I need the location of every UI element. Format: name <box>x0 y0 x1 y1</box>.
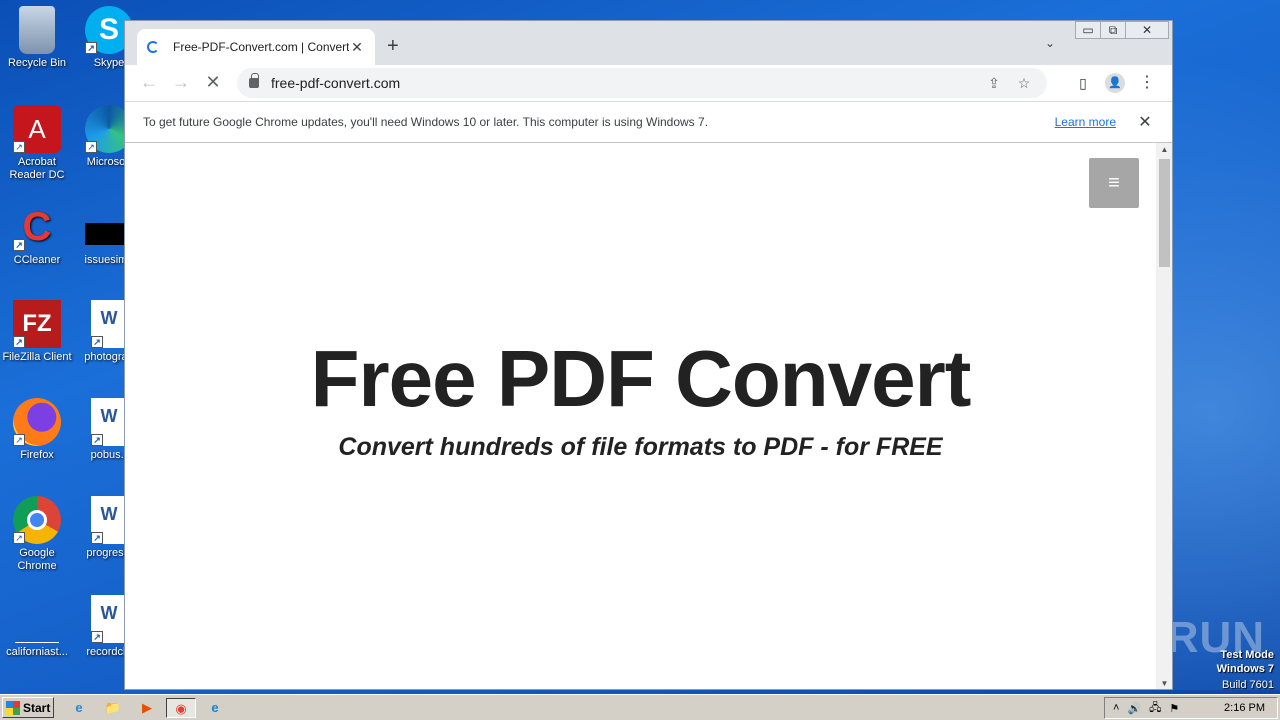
chrome-icon: ↗ <box>13 496 61 544</box>
media-player-icon[interactable]: ▶ <box>136 698 158 718</box>
firefox-icon: ↗ <box>13 398 61 446</box>
network-icon[interactable]: 🖧 <box>1149 699 1161 718</box>
ie-icon[interactable]: e <box>68 698 90 718</box>
bookmark-star-icon[interactable]: ☆ <box>1013 75 1035 92</box>
forward-button[interactable]: → <box>169 71 193 95</box>
share-icon[interactable]: ⇪ <box>983 75 1005 92</box>
address-bar[interactable]: free-pdf-convert.com ⇪ ☆ <box>237 68 1047 98</box>
side-panel-icon[interactable]: ▯ <box>1073 73 1093 93</box>
ccleaner-icon: C ↗ <box>13 203 61 251</box>
start-button[interactable]: Start <box>2 697 54 718</box>
start-label: Start <box>23 700 51 715</box>
chrome-icon[interactable]: ◉ <box>166 698 196 718</box>
browser-window: Free-PDF-Convert.com | Convert hu ✕ + ⌄ … <box>124 20 1173 690</box>
explorer-icon[interactable]: 📁 <box>102 698 124 718</box>
desktop-icon-label: pobus.r <box>90 449 128 461</box>
taskbar: Start e 📁 ▶ ◉ e ˄ 🔊 🖧 ⚑ 2:16 PM <box>0 694 1280 720</box>
infobar-close-icon[interactable]: ✕ <box>1134 112 1156 132</box>
desktop-icon-californiast[interactable]: californiast... <box>2 595 72 659</box>
stop-loading-button[interactable]: ✕ <box>201 71 225 95</box>
close-window-button[interactable]: ✕ <box>1125 21 1169 39</box>
browser-toolbar: ← → ✕ free-pdf-convert.com ⇪ ☆ ▯ 👤 ⋮ <box>125 65 1172 101</box>
tab-free-pdf-convert[interactable]: Free-PDF-Convert.com | Convert hu ✕ <box>137 29 375 65</box>
lock-icon[interactable] <box>249 73 259 88</box>
hamburger-menu-icon[interactable]: ≡ <box>1089 158 1139 208</box>
desktop-icon-label: CCleaner <box>13 254 61 266</box>
desktop-icon-label: Skype <box>93 57 125 69</box>
loading-favicon-icon <box>147 41 159 53</box>
word-document-icon: W ↗ <box>91 496 127 544</box>
volume-icon[interactable]: 🔊 <box>1127 702 1141 715</box>
infobar-message: To get future Google Chrome updates, you… <box>143 115 709 129</box>
page-title: Free PDF Convert <box>310 334 972 423</box>
action-center-flag-icon[interactable]: ⚑ <box>1169 702 1179 715</box>
build-label: Build 7601 <box>1222 679 1274 691</box>
minimize-button[interactable]: ▭ <box>1075 21 1101 39</box>
tab-search-chevron-icon[interactable]: ⌄ <box>1045 36 1055 50</box>
desktop-icon-firefox[interactable]: ↗ Firefox <box>2 398 72 462</box>
windows-version-label: Windows 7 <box>1216 663 1274 675</box>
desktop-icon-acrobat[interactable]: A ↗ Acrobat Reader DC <box>2 105 72 182</box>
vertical-scrollbar[interactable]: ▲ ▼ <box>1156 143 1172 689</box>
filezilla-icon: FZ ↗ <box>13 300 61 348</box>
page-viewport: ≡ Free PDF Convert Convert hundreds of f… <box>125 143 1156 689</box>
scroll-down-icon[interactable]: ▼ <box>1156 677 1172 689</box>
system-tray: ˄ 🔊 🖧 ⚑ 2:16 PM <box>1104 697 1278 719</box>
restore-button[interactable]: ⧉ <box>1100 21 1126 39</box>
tab-title: Free-PDF-Convert.com | Convert hu <box>173 40 349 54</box>
scrollbar-thumb[interactable] <box>1159 159 1170 267</box>
desktop-icon-label: Recycle Bin <box>7 57 67 69</box>
tab-strip: Free-PDF-Convert.com | Convert hu ✕ + ⌄ … <box>125 21 1172 65</box>
desktop-icon-label: Google Chrome <box>17 547 57 572</box>
page-subtitle: Convert hundreds of file formats to PDF … <box>338 433 943 461</box>
desktop-icon-label: californiast... <box>6 646 68 658</box>
test-mode-label: Test Mode <box>1220 649 1274 661</box>
desktop-icon-label: Firefox <box>20 449 54 461</box>
windows-logo-icon <box>6 700 20 715</box>
learn-more-link[interactable]: Learn more <box>1055 115 1116 129</box>
word-document-icon: W ↗ <box>91 300 127 348</box>
acrobat-icon: A ↗ <box>13 105 61 153</box>
clock[interactable]: 2:16 PM <box>1224 702 1265 714</box>
scroll-up-icon[interactable]: ▲ <box>1156 143 1172 157</box>
desktop-icon-label: FileZilla Client <box>2 351 72 363</box>
desktop-icon-google-chrome[interactable]: ↗ Google Chrome <box>2 496 72 573</box>
back-button[interactable]: ← <box>137 71 161 95</box>
word-document-icon: W ↗ <box>91 398 127 446</box>
desktop-icon-recycle-bin[interactable]: Recycle Bin <box>2 6 72 70</box>
file-icon <box>15 595 59 643</box>
chrome-menu-icon[interactable]: ⋮ <box>1137 73 1157 93</box>
desktop-icon-label: Acrobat Reader DC <box>9 156 65 181</box>
url-text[interactable]: free-pdf-convert.com <box>271 75 975 91</box>
tray-expand-icon[interactable]: ˄ <box>1113 702 1119 714</box>
update-infobar: To get future Google Chrome updates, you… <box>125 101 1172 143</box>
edge-icon[interactable]: e <box>204 698 226 718</box>
new-tab-button[interactable]: + <box>387 35 399 58</box>
profile-avatar-icon[interactable]: 👤 <box>1105 73 1125 93</box>
word-document-icon: W ↗ <box>91 595 127 643</box>
desktop-icon-filezilla[interactable]: FZ ↗ FileZilla Client <box>2 300 72 364</box>
desktop-icon-ccleaner[interactable]: C ↗ CCleaner <box>2 203 72 267</box>
recycle-bin-icon <box>19 6 55 54</box>
tab-close-icon[interactable]: ✕ <box>349 39 365 56</box>
